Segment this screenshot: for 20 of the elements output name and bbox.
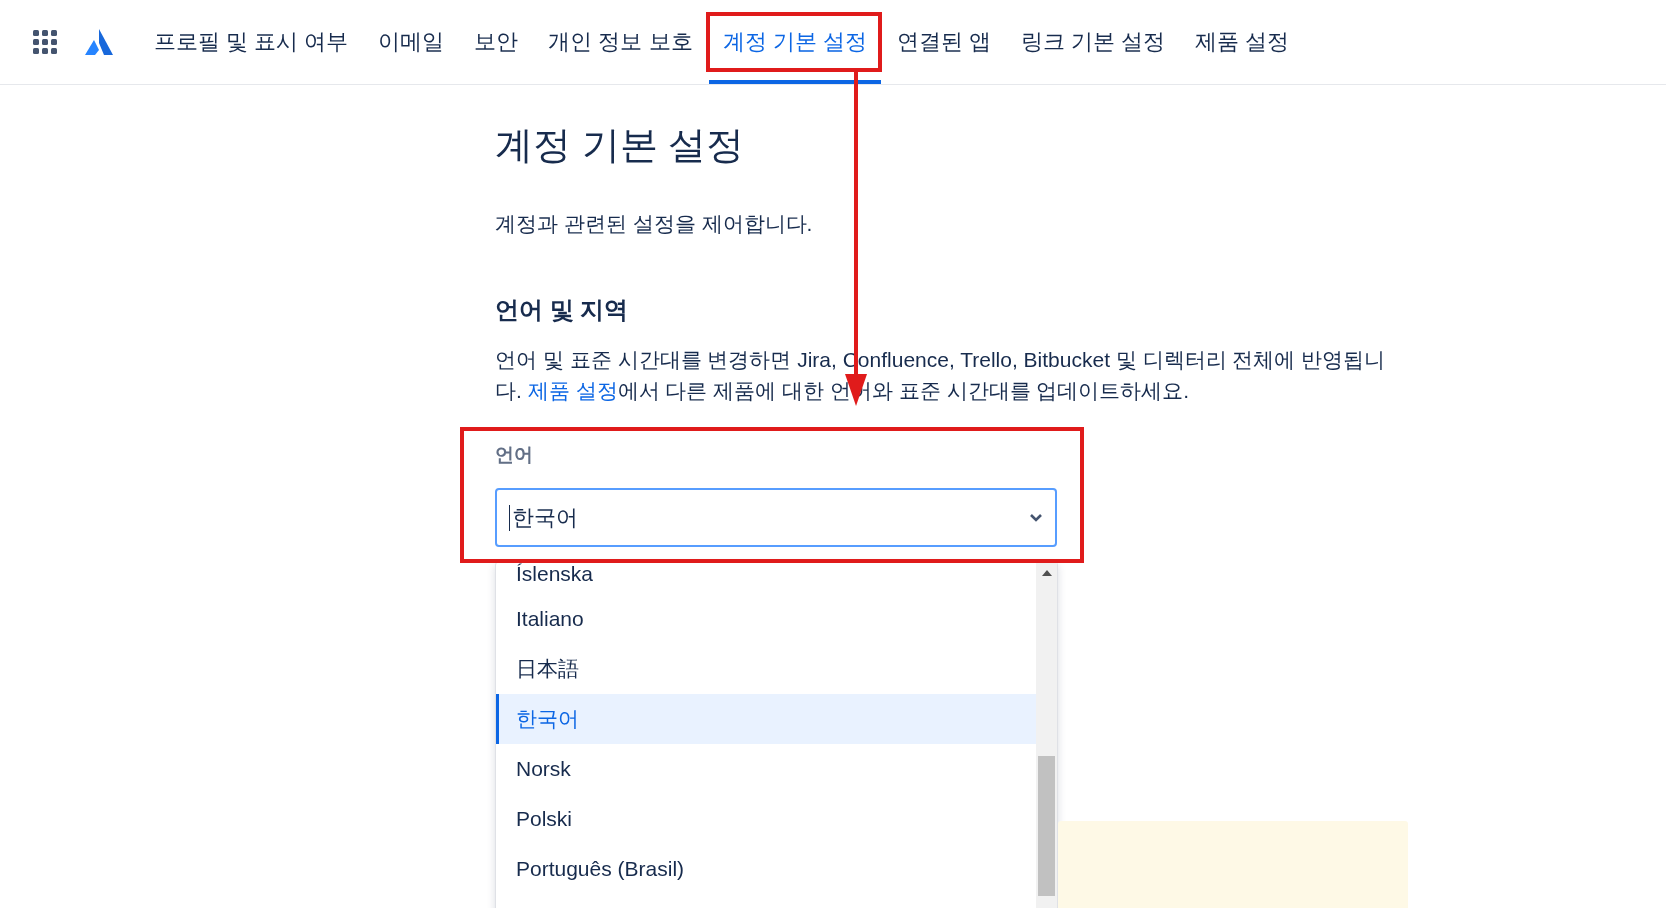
nav-tab[interactable]: 프로필 및 표시 여부 [140,0,363,84]
dropdown-option[interactable]: Polski [496,794,1036,845]
dropdown-option[interactable]: 한국어 [496,694,1036,745]
nav-tab[interactable]: 제품 설정 [1181,0,1304,84]
dropdown-option[interactable]: 日本語 [496,644,1036,695]
language-select[interactable]: 한국어 [495,488,1057,548]
section-heading: 언어 및 지역 [495,295,630,326]
nav-tab[interactable]: 연결된 앱 [882,0,1005,84]
nav-tab[interactable]: 개인 정보 보호 [534,0,707,84]
nav-tab[interactable]: 이메일 [364,0,459,84]
product-settings-link[interactable]: 제품 설정 [527,379,618,403]
dropdown-option[interactable]: Norsk [496,744,1036,795]
page-description: 계정과 관련된 설정을 제어합니다. [495,211,814,238]
dropdown-option[interactable]: Íslenska [496,562,1036,595]
dropdown-option[interactable]: Português (Brasil) [496,844,1036,895]
nav-tab[interactable]: 보안 [460,0,533,84]
field-label: 언어 [495,443,534,468]
page-title: 계정 기본 설정 [495,123,746,168]
nav-tab[interactable]: 링크 기본 설정 [1006,0,1180,84]
dropdown-option[interactable]: Italiano [496,594,1036,645]
